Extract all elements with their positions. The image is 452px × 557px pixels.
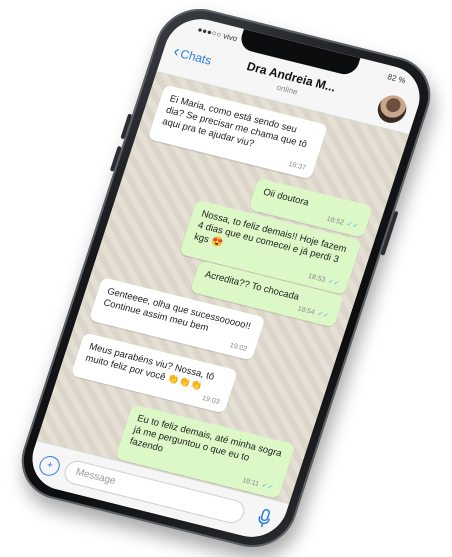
volume-up-button	[120, 113, 133, 140]
double-check-icon: ✓✓	[345, 220, 360, 231]
chat-thread[interactable]: Ei Maria, como está sendo seu dia? Se pr…	[36, 72, 409, 504]
phone-screen: ●●●○○ vivo 82 % ‹ Chats Dra Andreia M...…	[23, 12, 429, 544]
volume-down-button	[109, 145, 122, 172]
double-check-icon: ✓✓	[260, 481, 275, 492]
message-text: Oii doutora	[261, 186, 311, 209]
message-time: 18:37	[287, 160, 307, 172]
message-time: 19:02	[228, 342, 248, 353]
message-time: 18:54✓✓	[296, 305, 330, 320]
message-time: 19:03	[201, 394, 221, 406]
power-button	[380, 210, 399, 256]
phone-body: ●●●○○ vivo 82 % ‹ Chats Dra Andreia M...…	[10, 0, 442, 556]
screenshot-stage: ●●●○○ vivo 82 % ‹ Chats Dra Andreia M...…	[0, 0, 452, 556]
message-text: Eu to feliz demais, até minha sogra já m…	[128, 412, 284, 464]
battery-indicator: 82 %	[386, 72, 407, 86]
plus-circle-icon[interactable]: +	[36, 453, 63, 478]
microphone-icon[interactable]	[254, 507, 274, 529]
message-text: Meus parabéns viu? Nossa, tô muito feliz…	[83, 341, 216, 393]
message-time: 18:52✓✓	[325, 215, 360, 231]
double-check-icon: ✓✓	[326, 277, 341, 288]
double-check-icon: ✓✓	[316, 310, 330, 320]
